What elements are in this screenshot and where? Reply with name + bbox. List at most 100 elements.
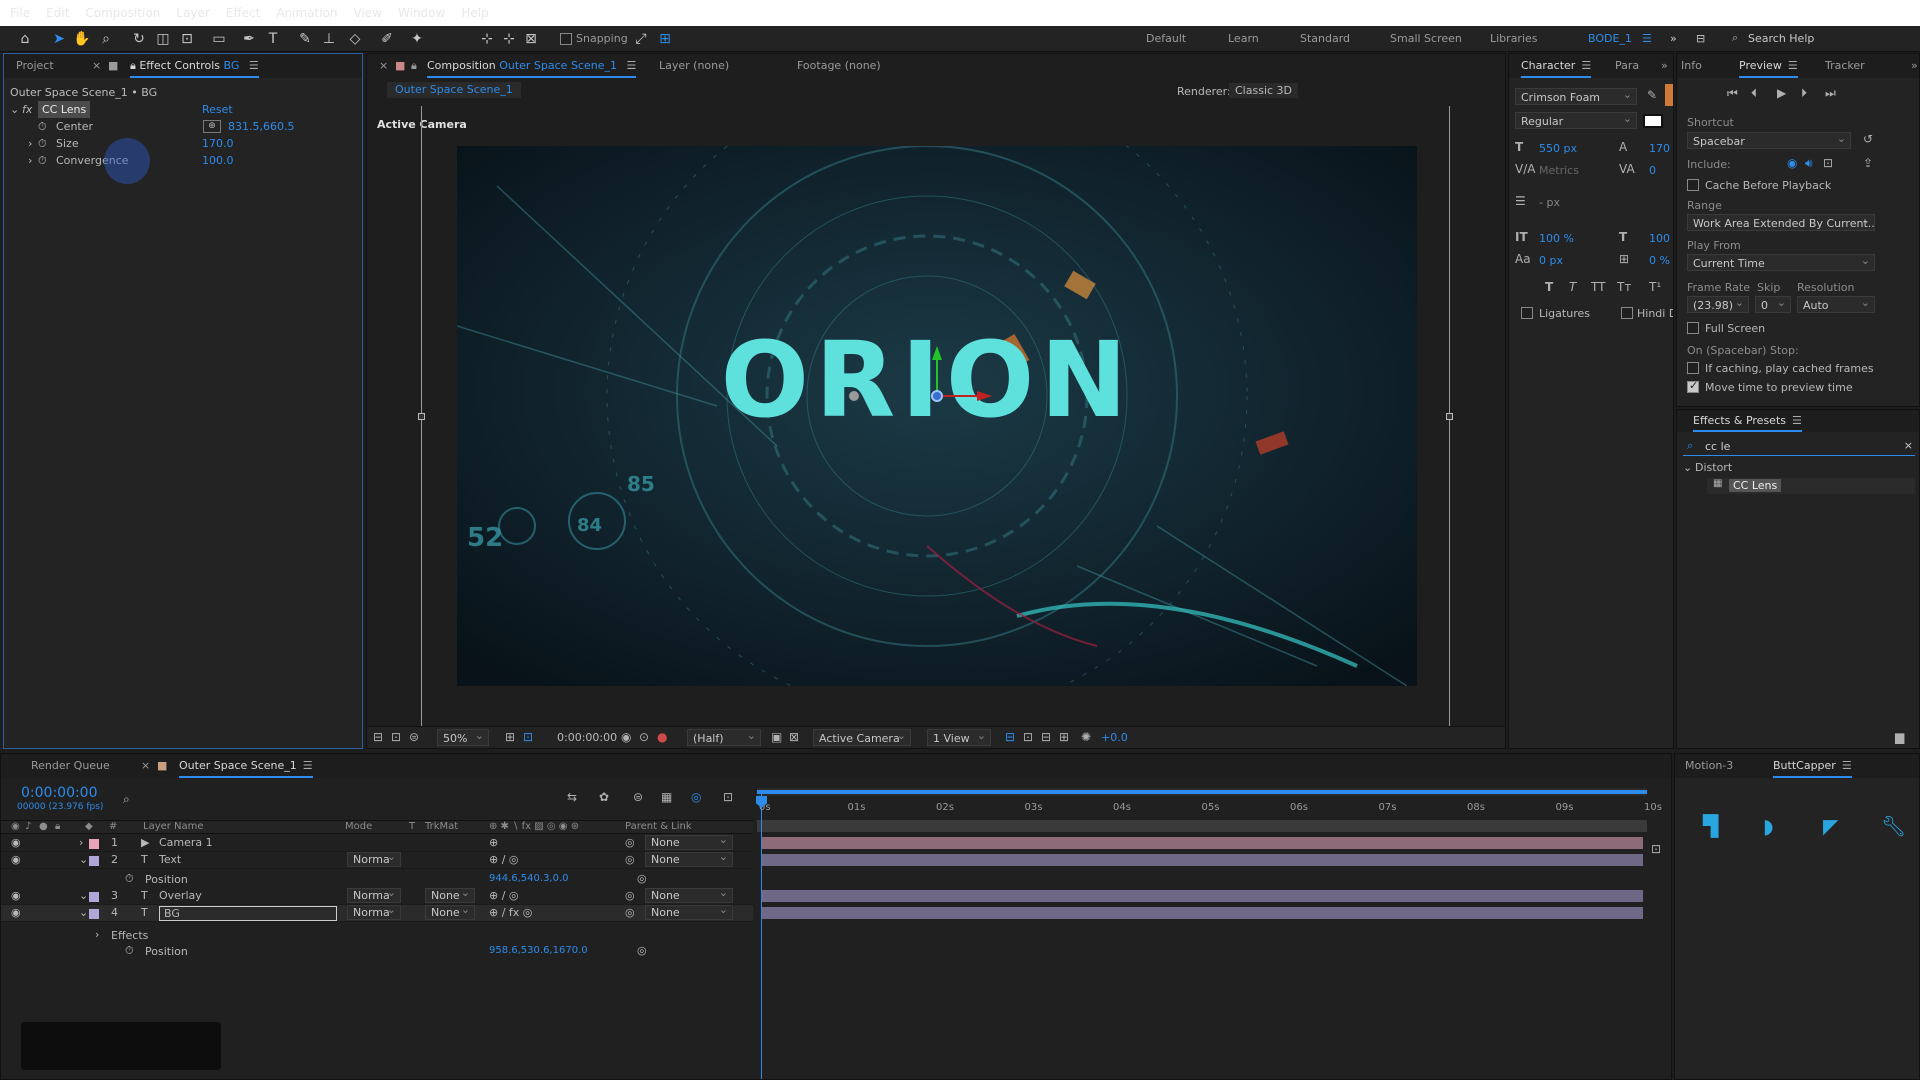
frame-rate-dropdown[interactable]: (23.98)	[1687, 296, 1749, 313]
comp-subtab[interactable]: Outer Space Scene_1	[387, 82, 521, 98]
close-icon[interactable]: ×	[379, 54, 388, 78]
workspace-libraries[interactable]: Libraries	[1490, 26, 1538, 52]
snapping-checkbox[interactable]	[560, 33, 572, 45]
baseline-value[interactable]: 0 px	[1539, 254, 1563, 267]
parent-dropdown[interactable]: None	[645, 888, 733, 903]
workspace-menu-icon[interactable]: ☰	[1642, 26, 1652, 52]
expand-arrow-icon[interactable]: ⌄	[10, 101, 19, 118]
workspace-learn[interactable]: Learn	[1228, 26, 1259, 52]
expand-arrow-icon[interactable]: ⌄	[79, 906, 88, 919]
camera-dropdown[interactable]: Active Camera	[813, 729, 911, 746]
export-icon[interactable]: ⇪	[1863, 156, 1873, 170]
stopwatch-icon[interactable]: ⏱	[125, 944, 134, 958]
category-arrow-icon[interactable]: ⌄	[1683, 461, 1692, 474]
timeline-icon[interactable]: ⊞	[1059, 730, 1069, 744]
tab-motion[interactable]: Motion-3	[1685, 754, 1733, 778]
table-row[interactable]: ◉ 2 T Text ◎ ⌄ Norma None ⊕ ∕ ◎	[1, 852, 753, 869]
layer-name[interactable]: Camera 1	[159, 836, 213, 849]
flowchart-icon[interactable]: ⊟	[1041, 730, 1051, 744]
label-color-swatch[interactable]	[89, 909, 99, 919]
tab-project[interactable]: Project	[16, 54, 54, 78]
fill-color-swatch[interactable]	[1665, 84, 1673, 106]
trkmat-dropdown[interactable]: None	[425, 888, 475, 903]
pickwhip-icon[interactable]: ◎	[637, 944, 647, 957]
stamp-tool-icon[interactable]: ⊥	[320, 30, 338, 48]
comp-mini-flowchart-icon[interactable]: ⇆	[567, 790, 577, 804]
tsume-value[interactable]: 0 %	[1649, 254, 1670, 267]
panel-menu-icon[interactable]: ☰	[249, 54, 259, 78]
table-row[interactable]: ◉ 3 T Overlay ◎ ⌄ Norma None None ⊕ ∕ ◎	[1, 888, 753, 905]
menu-view[interactable]: View	[346, 0, 390, 26]
font-family-dropdown[interactable]: Crimson Foam	[1515, 88, 1637, 105]
workspace-overflow-icon[interactable]: »	[1670, 26, 1677, 52]
full-screen-checkbox[interactable]	[1687, 322, 1699, 334]
overflow-icon[interactable]: »	[1911, 54, 1918, 78]
mode-dropdown[interactable]: Norma	[347, 905, 401, 920]
fit-icon[interactable]: ⊞	[505, 730, 515, 744]
effect-name[interactable]: CC Lens	[38, 101, 91, 118]
parent-pickwhip-icon[interactable]: ◎	[625, 906, 635, 919]
roi-icon[interactable]: ▣	[771, 730, 782, 744]
expand-arrow-icon[interactable]: ›	[95, 928, 99, 941]
switches-icon[interactable]: ⊕	[489, 836, 498, 849]
panel-menu-icon[interactable]: ☰	[1581, 54, 1591, 78]
tab-footage[interactable]: Footage (none)	[797, 54, 881, 78]
skip-dropdown[interactable]: 0	[1755, 296, 1791, 313]
menu-edit[interactable]: Edit	[38, 0, 77, 26]
parent-pickwhip-icon[interactable]: ◎	[625, 889, 635, 902]
wrench-icon[interactable]: 🔧︎	[1881, 814, 1906, 838]
type-tool-icon[interactable]: T	[264, 30, 282, 48]
motion-blur-icon[interactable]: ◎	[691, 790, 701, 804]
parent-pickwhip-icon[interactable]: ◎	[625, 853, 635, 866]
roto-tool-icon[interactable]: ✐	[378, 30, 396, 48]
resolution-dropdown[interactable]: Auto	[1797, 296, 1875, 313]
cap-round-icon[interactable]: ◗	[1763, 814, 1774, 838]
cap-butt-icon[interactable]: ▜	[1703, 814, 1718, 838]
small-caps-icon[interactable]: Tт	[1617, 280, 1631, 294]
puppet-tool-icon[interactable]: ✦	[408, 30, 426, 48]
font-style-dropdown[interactable]: Regular	[1515, 112, 1637, 129]
pan-behind-icon[interactable]: ⊡	[178, 30, 196, 48]
parent-dropdown[interactable]: None	[645, 905, 733, 920]
panel-menu-icon[interactable]: ☰	[1792, 410, 1802, 432]
mode-dropdown[interactable]: Norma	[347, 852, 401, 867]
label-color-swatch[interactable]	[89, 839, 99, 849]
prev-frame-icon[interactable]: ⏴	[1751, 86, 1757, 101]
always-preview-icon[interactable]: ⊟	[373, 730, 383, 744]
switches-icon[interactable]: ⊕ ∕ ◎	[489, 889, 519, 902]
effects-item-row[interactable]: ▦ CC Lens	[1707, 478, 1915, 494]
eye-icon[interactable]: ◉	[11, 889, 21, 902]
mode-dropdown[interactable]: Norma	[347, 888, 401, 903]
all-caps-icon[interactable]: TT	[1591, 280, 1605, 294]
workspace-standard[interactable]: Standard	[1300, 26, 1350, 52]
axis-local-icon[interactable]: ⊹	[478, 30, 496, 48]
panel-menu-icon[interactable]: ☰	[303, 754, 313, 778]
include-video-icon[interactable]: ◉	[1787, 156, 1797, 170]
mask-icon[interactable]: ⊜	[409, 730, 419, 744]
menu-file[interactable]: File	[2, 0, 38, 26]
layer-bar[interactable]	[761, 907, 1643, 919]
layer-search-icon[interactable]: ⌕	[123, 792, 130, 807]
time-navigator[interactable]	[757, 788, 1647, 796]
horizontal-scale-value[interactable]: 100	[1649, 232, 1670, 245]
menu-composition[interactable]: Composition	[77, 0, 168, 26]
layer-bar[interactable]	[761, 837, 1643, 849]
draft-3d-icon[interactable]: ✿	[599, 790, 609, 804]
param-value-size[interactable]: 170.0	[202, 135, 234, 152]
next-frame-icon[interactable]: ⏵	[1801, 86, 1807, 101]
fx-icon[interactable]: fx	[22, 101, 32, 118]
tab-layer[interactable]: Layer (none)	[659, 54, 729, 78]
effects-category[interactable]: Distort	[1695, 461, 1732, 474]
parent-dropdown[interactable]: None	[645, 835, 733, 850]
effect-row-cc-lens[interactable]: ⌄ fx CC Lens Reset	[4, 101, 362, 118]
zoom-tool-icon[interactable]: ⌕	[97, 30, 115, 48]
eraser-tool-icon[interactable]: ◇	[346, 30, 364, 48]
axis-world-icon[interactable]: ⊹	[500, 30, 518, 48]
sync-settings-icon[interactable]: ⊟	[1696, 26, 1705, 52]
transparency-grid-icon[interactable]: ⊠	[789, 730, 799, 744]
first-frame-icon[interactable]: ⏮	[1727, 86, 1738, 101]
rotate-tool-icon[interactable]: ↻	[130, 30, 148, 48]
bg-position-value[interactable]: 958.6,530.6,1670.0	[489, 945, 588, 956]
crosshair-icon[interactable]: ⊕	[203, 120, 221, 133]
panel-menu-icon[interactable]: ☰	[1788, 54, 1798, 78]
